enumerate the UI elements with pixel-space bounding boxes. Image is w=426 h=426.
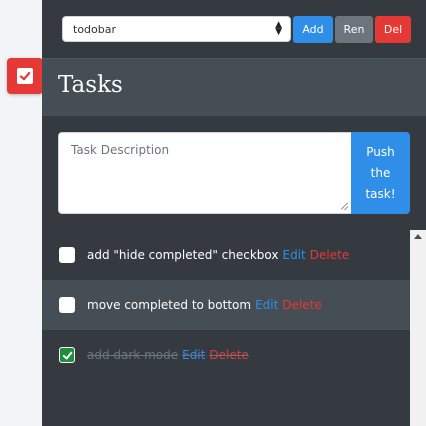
scroll-up-icon[interactable] — [414, 234, 422, 239]
list-toolbar: todobar ▲ ▼ Add Ren Del — [42, 0, 426, 58]
edit-task-link[interactable]: Edit — [182, 348, 205, 362]
list-select[interactable]: todobar ▲ ▼ — [62, 16, 291, 42]
resize-grip-icon[interactable] — [341, 203, 348, 210]
push-label-line2: the — [370, 165, 391, 180]
delete-task-link[interactable]: Delete — [282, 298, 321, 312]
task-list-scrollbar[interactable] — [410, 230, 426, 426]
list-select-value: todobar — [73, 22, 117, 36]
page-title: Tasks — [58, 72, 123, 98]
delete-list-button[interactable]: Del — [375, 16, 411, 43]
checkmark-icon — [62, 351, 72, 359]
add-list-button[interactable]: Add — [293, 16, 333, 43]
task-text: add "hide completed" checkbox — [87, 248, 279, 262]
task-checkbox[interactable] — [59, 297, 75, 313]
edit-task-link[interactable]: Edit — [283, 248, 306, 262]
delete-task-link[interactable]: Delete — [209, 348, 248, 362]
list-item: add dark mode Edit Delete — [42, 330, 410, 380]
task-description-placeholder: Task Description — [71, 143, 170, 157]
select-arrows-icon: ▲ ▼ — [275, 20, 282, 37]
todo-panel: todobar ▲ ▼ Add Ren Del Tasks Task Descri… — [42, 0, 426, 426]
task-description-input[interactable]: Task Description — [58, 132, 352, 214]
rename-list-button[interactable]: Ren — [335, 16, 373, 43]
task-text: move completed to bottom — [87, 298, 252, 312]
tasks-header: Tasks — [42, 58, 426, 116]
todobar-toggle-button[interactable] — [7, 58, 43, 94]
new-task-form: Task Description Push the task! — [58, 132, 410, 214]
push-task-button[interactable]: Push the task! — [351, 132, 410, 214]
list-item: add "hide completed" checkbox Edit Delet… — [42, 230, 410, 280]
push-label-line3: task! — [365, 186, 396, 201]
list-item: move completed to bottom Edit Delete — [42, 280, 410, 330]
task-checkbox[interactable] — [59, 347, 75, 363]
task-list: add "hide completed" checkbox Edit Delet… — [42, 230, 410, 426]
push-label-line1: Push — [366, 144, 395, 159]
task-checkbox[interactable] — [59, 247, 75, 263]
checkbox-icon — [17, 68, 33, 84]
delete-task-link[interactable]: Delete — [310, 248, 349, 262]
task-text: add dark mode — [87, 348, 179, 362]
edit-task-link[interactable]: Edit — [255, 298, 278, 312]
